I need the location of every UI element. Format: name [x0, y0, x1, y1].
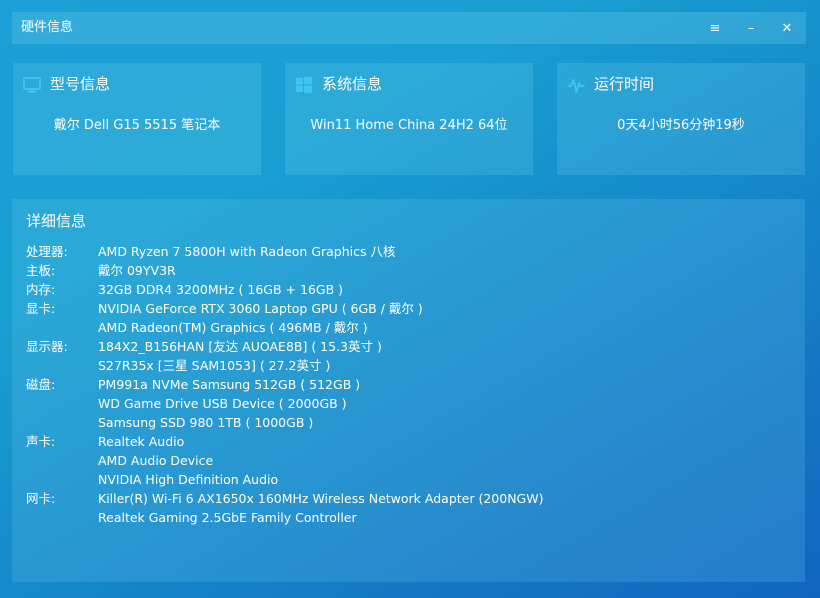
- network-adapter-label: 网卡:: [26, 491, 56, 506]
- uptime-card: 运行时间 0天4小时56分钟19秒: [557, 63, 805, 175]
- uptime-title: 运行时间: [594, 75, 655, 93]
- gpu-label: 显卡:: [26, 301, 56, 316]
- memory-label: 内存:: [26, 282, 56, 297]
- pulse-icon: [567, 79, 585, 93]
- details-panel: 详细信息 处理器: AMD Ryzen 7 5800H with Radeon …: [12, 199, 805, 582]
- windows-logo-icon: [296, 77, 312, 93]
- network-adapter-value: Killer(R) Wi-Fi 6 AX1650x 160MHz Wireles…: [98, 491, 544, 506]
- sound-card-label: 声卡:: [26, 434, 56, 449]
- uptime-value: 0天4小时56分钟19秒: [617, 118, 745, 133]
- cpu-label: 处理器:: [26, 244, 68, 259]
- monitor-icon: [23, 77, 41, 93]
- system-info-title: 系统信息: [322, 75, 383, 93]
- display-value: 184X2_B156HAN [友达 AUOAE8B] ( 15.3英寸 ): [98, 339, 382, 354]
- disk-label: 磁盘:: [26, 377, 56, 392]
- window-title: 硬件信息: [21, 20, 74, 35]
- minimize-button[interactable]: –: [738, 16, 764, 40]
- network-adapter-value: Realtek Gaming 2.5GbE Family Controller: [98, 510, 357, 525]
- cpu-value: AMD Ryzen 7 5800H with Radeon Graphics 八…: [98, 244, 396, 259]
- sound-card-value: NVIDIA High Definition Audio: [98, 472, 279, 487]
- sound-card-value: Realtek Audio: [98, 434, 185, 449]
- disk-value: PM991a NVMe Samsung 512GB ( 512GB ): [98, 377, 361, 392]
- motherboard-label: 主板:: [26, 263, 56, 278]
- disk-value: WD Game Drive USB Device ( 2000GB ): [98, 396, 347, 411]
- title-bar[interactable]: 硬件信息 ≡ – ✕: [12, 12, 806, 44]
- close-button[interactable]: ✕: [774, 16, 800, 40]
- model-info-title: 型号信息: [50, 75, 111, 93]
- system-info-value: Win11 Home China 24H2 64位: [310, 118, 508, 133]
- menu-button[interactable]: ≡: [702, 16, 728, 40]
- memory-value: 32GB DDR4 3200MHz ( 16GB + 16GB ): [98, 282, 343, 297]
- sound-card-value: AMD Audio Device: [98, 453, 214, 468]
- model-info-value: 戴尔 Dell G15 5515 笔记本: [53, 118, 221, 133]
- system-info-card: 系统信息 Win11 Home China 24H2 64位: [285, 63, 533, 175]
- model-info-card: 型号信息 戴尔 Dell G15 5515 笔记本: [13, 63, 261, 175]
- motherboard-value: 戴尔 09YV3R: [98, 263, 176, 278]
- gpu-value: AMD Radeon(TM) Graphics ( 496MB / 戴尔 ): [98, 320, 368, 335]
- details-title: 详细信息: [26, 212, 87, 230]
- app-window: 硬件信息 ≡ – ✕ 型号信息 戴尔 Dell G15 5515 笔记本 系统信…: [0, 0, 820, 598]
- disk-value: Samsung SSD 980 1TB ( 1000GB ): [98, 415, 314, 430]
- gpu-value: NVIDIA GeForce RTX 3060 Laptop GPU ( 6GB…: [98, 301, 423, 316]
- display-label: 显示器:: [26, 339, 68, 354]
- display-value: S27R35x [三星 SAM1053] ( 27.2英寸 ): [98, 358, 331, 373]
